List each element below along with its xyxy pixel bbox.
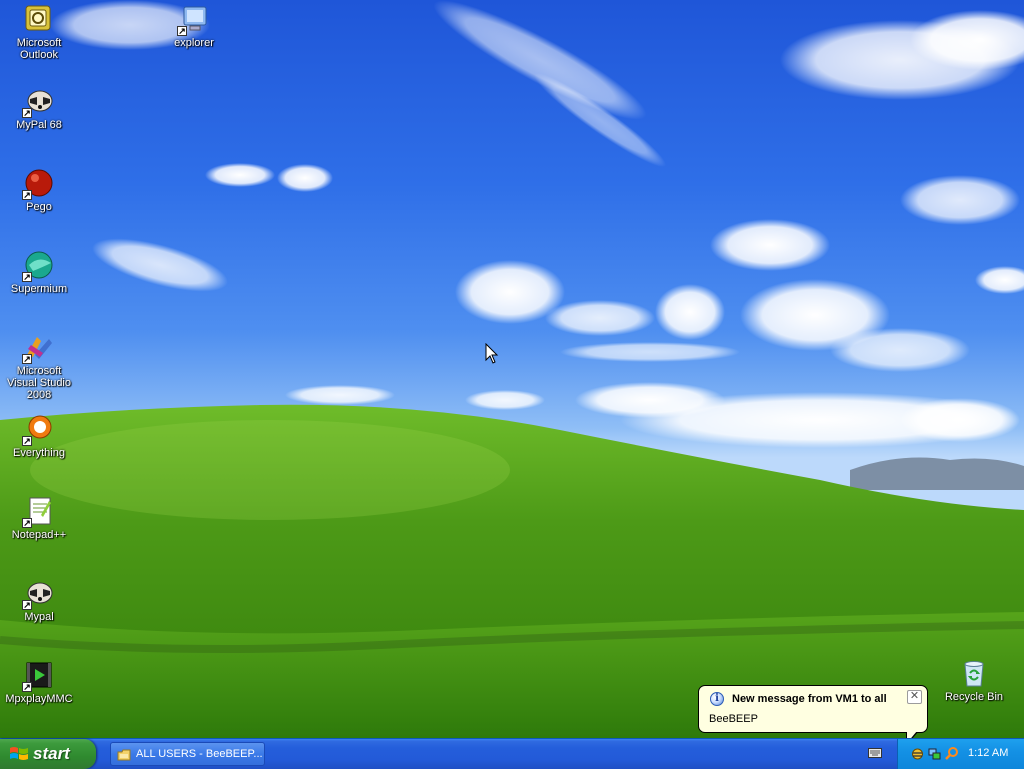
desktop-icon-mypal-68[interactable]: ↗ MyPal 68	[1, 85, 77, 131]
desktop-icon-label: Microsoft Visual Studio 2008	[6, 365, 71, 401]
info-icon: i	[710, 692, 724, 706]
visual-studio-icon: ↗	[22, 331, 55, 364]
desktop-icon-label: Supermium	[10, 283, 68, 295]
desktop-icon-mpxplaymmc[interactable]: ↗ MpxplayMMC	[1, 659, 77, 705]
desktop-icon-label: Pego	[26, 201, 52, 213]
desktop-icon-label: Notepad++	[11, 529, 67, 541]
outlook-icon	[23, 3, 55, 35]
desktop-icon-label: MpxplayMMC	[5, 693, 73, 705]
desktop-icon-recycle-bin[interactable]: Recycle Bin	[936, 657, 1012, 703]
explorer-icon: ↗	[177, 3, 210, 36]
desktop-icon-microsoft-outlook[interactable]: Microsoft Outlook	[1, 3, 77, 61]
taskbar-window-button[interactable]: ALL USERS - BeeBEEP...	[110, 742, 265, 766]
desktop-icon-label: Recycle Bin	[944, 691, 1004, 703]
recycle-bin-icon	[958, 657, 990, 689]
beebeep-tray-icon[interactable]	[910, 746, 925, 761]
desktop-icon-everything[interactable]: ↗ Everything	[1, 413, 77, 459]
desktop-icon-explorer[interactable]: ↗ explorer	[156, 3, 232, 49]
start-button[interactable]: start	[0, 739, 96, 769]
mouse-cursor-icon	[485, 343, 499, 364]
taskbar-clock[interactable]: 1:12 AM	[968, 747, 1008, 759]
keyboard-icon[interactable]	[868, 748, 882, 758]
desktop-icon-notepad-plus-plus[interactable]: ↗ Notepad++	[1, 495, 77, 541]
taskbar: start ALL USERS - BeeBEEP... 1:12 AM	[0, 738, 1024, 769]
supermium-icon: ↗	[22, 249, 55, 282]
beebeep-icon	[117, 749, 131, 761]
wallpaper-bliss	[0, 0, 1024, 738]
desktop-icon-label: Everything	[13, 447, 65, 459]
desktop-icon-supermium[interactable]: ↗ Supermium	[1, 249, 77, 295]
desktop-icon-pego[interactable]: ↗ Pego	[1, 167, 77, 213]
mypal-icon: ↗	[22, 85, 55, 118]
desktop-icon-mypal[interactable]: ↗ Mypal	[1, 577, 77, 623]
balloon-body: BeeBEEP	[709, 713, 758, 725]
search-tray-icon[interactable]	[944, 746, 959, 761]
desktop-icon-label: Mypal	[24, 611, 54, 623]
desktop-icon-microsoft-visual-studio-2008[interactable]: ↗ Microsoft Visual Studio 2008	[1, 331, 77, 401]
mpxplay-icon: ↗	[22, 659, 55, 692]
everything-icon: ↗	[22, 413, 55, 446]
balloon-title: New message from VM1 to all	[732, 693, 887, 705]
taskbar-window-label: ALL USERS - BeeBEEP...	[136, 748, 263, 760]
mypal-icon: ↗	[22, 577, 55, 610]
windows-flag-icon	[10, 747, 28, 760]
pego-icon: ↗	[22, 167, 55, 200]
balloon-close-button[interactable]: ✕	[907, 690, 922, 704]
notification-balloon[interactable]: i New message from VM1 to all BeeBEEP ✕	[698, 685, 928, 746]
notepad-plus-plus-icon: ↗	[22, 495, 55, 528]
desktop: Microsoft Outlook ↗ explorer ↗ MyPal 68	[0, 0, 1024, 738]
desktop-icon-label: Microsoft Outlook	[16, 37, 62, 61]
network-tray-icon[interactable]	[927, 746, 942, 761]
start-label: start	[33, 744, 70, 763]
system-tray: 1:12 AM	[897, 739, 1024, 769]
desktop-icon-label: MyPal 68	[16, 119, 62, 131]
desktop-icon-label: explorer	[174, 37, 214, 49]
